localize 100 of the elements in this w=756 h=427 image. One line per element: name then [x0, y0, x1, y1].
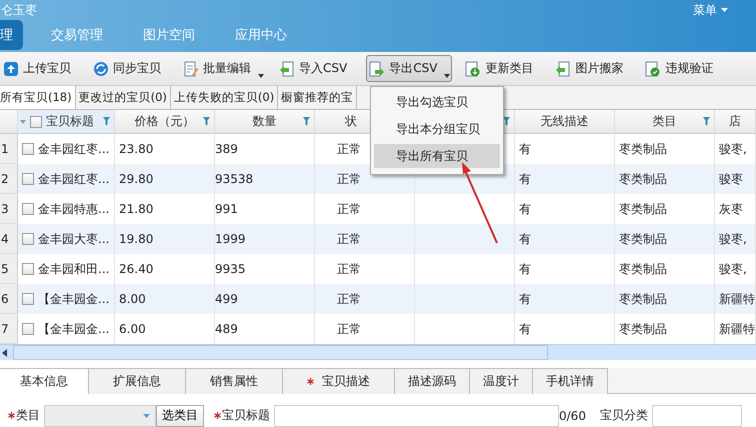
- table-cell: 新疆特: [719, 320, 755, 338]
- table-cell: 489: [215, 322, 238, 336]
- field-label: 类目: [16, 407, 40, 424]
- table-cell: 【金丰园金...: [38, 320, 110, 338]
- document-arrow-icon: [555, 60, 572, 76]
- column-header[interactable]: 价格（元）: [134, 113, 194, 130]
- scrollbar-thumb[interactable]: [13, 345, 548, 360]
- document-check-icon: [645, 60, 662, 76]
- menu-item[interactable]: 导出本分组宝贝: [374, 117, 500, 141]
- table-cell: 枣类制品: [619, 290, 667, 308]
- title-input[interactable]: [274, 404, 559, 426]
- nav-tab[interactable]: 理: [0, 20, 23, 50]
- detail-tab[interactable]: 描述源码: [395, 368, 470, 394]
- table-cell: 金丰园特惠...: [38, 200, 110, 218]
- select-category-button[interactable]: 选类目: [156, 404, 204, 426]
- toolbar-button[interactable]: 违规验证: [642, 55, 722, 82]
- detail-tab[interactable]: 基本信息: [0, 368, 89, 394]
- item-tab[interactable]: 所有宝贝(18): [0, 86, 76, 109]
- column-header[interactable]: 类目: [652, 113, 676, 130]
- caret-icon: [258, 74, 264, 78]
- row-number: 1: [0, 134, 18, 164]
- table-cell: 29.80: [119, 172, 154, 186]
- row-checkbox[interactable]: [22, 173, 34, 185]
- filter-icon[interactable]: [703, 117, 710, 125]
- caret-icon: [444, 74, 450, 78]
- toolbar-button[interactable]: 导入CSV: [276, 55, 356, 82]
- caret-icon: [143, 414, 150, 418]
- table-cell: 21.80: [119, 202, 154, 216]
- group-input[interactable]: [652, 404, 742, 426]
- detail-tab[interactable]: 扩展信息: [89, 368, 186, 394]
- column-header[interactable]: 数量: [252, 113, 276, 130]
- column-header[interactable]: 状: [345, 113, 357, 130]
- detail-tab[interactable]: 销售属性: [186, 368, 283, 394]
- menu-item[interactable]: 导出勾选宝贝: [374, 90, 500, 114]
- row-number: 7: [0, 314, 18, 344]
- table-cell: 枣类制品: [619, 260, 667, 278]
- detail-tab[interactable]: 温度计: [470, 368, 533, 394]
- sort-caret-icon[interactable]: [20, 120, 26, 124]
- document-download-icon: [465, 60, 482, 76]
- table-cell: 金丰园和田...: [38, 260, 110, 278]
- table-cell: 有: [519, 260, 531, 278]
- required-asterisk-icon: [307, 378, 314, 385]
- column-header[interactable]: 店: [729, 113, 741, 130]
- table-cell: 有: [519, 290, 531, 308]
- detail-tab[interactable]: 宝贝描述: [283, 368, 395, 394]
- column-header[interactable]: 无线描述: [540, 113, 588, 130]
- field-label: 宝贝标题: [222, 407, 270, 424]
- row-checkbox[interactable]: [22, 263, 34, 275]
- table-cell: 枣类制品: [619, 200, 667, 218]
- character-count: 0/60: [559, 408, 586, 422]
- document-arrow-icon: [369, 60, 386, 76]
- row-checkbox[interactable]: [22, 143, 34, 155]
- table-cell: 正常: [337, 290, 361, 308]
- table-cell: 有: [519, 170, 531, 188]
- table-cell: 8.00: [119, 292, 146, 306]
- row-number: 4: [0, 224, 18, 254]
- table-cell: 枣类制品: [619, 140, 667, 158]
- table-cell: 23.80: [119, 142, 154, 156]
- table-cell: 6.00: [119, 322, 146, 336]
- row-number: 3: [0, 194, 18, 224]
- table-cell: 正常: [337, 320, 361, 338]
- toolbar-button[interactable]: 更新类目: [462, 55, 542, 82]
- filter-icon[interactable]: [103, 117, 110, 125]
- scroll-left-icon[interactable]: [2, 348, 7, 356]
- table-cell: 骏枣,: [719, 260, 747, 278]
- table-cell: 骏枣,: [719, 230, 747, 248]
- table-cell: 93538: [215, 172, 254, 186]
- detail-tab[interactable]: 手机详情: [533, 368, 608, 394]
- table-cell: 26.40: [119, 262, 154, 276]
- table-cell: 19.80: [119, 232, 154, 246]
- toolbar-button[interactable]: 同步宝贝: [90, 55, 170, 82]
- table-cell: 【金丰园金...: [38, 290, 110, 308]
- table-cell: 正常: [337, 230, 361, 248]
- table-cell: 有: [519, 140, 531, 158]
- app-title: 仑玉枣: [1, 2, 37, 18]
- row-checkbox[interactable]: [22, 293, 34, 305]
- table-cell: 正常: [337, 170, 361, 188]
- select-all-checkbox[interactable]: [30, 116, 42, 128]
- toolbar-button[interactable]: 导出CSV: [366, 55, 452, 82]
- category-select[interactable]: [44, 404, 156, 426]
- table-cell: 正常: [337, 140, 361, 158]
- table-cell: 金丰园大枣...: [38, 230, 110, 248]
- document-arrow-icon: [279, 60, 295, 76]
- table-cell: 灰枣: [719, 200, 743, 218]
- row-checkbox[interactable]: [22, 203, 34, 215]
- toolbar-button[interactable]: 图片搬家: [552, 55, 632, 82]
- filter-icon[interactable]: [203, 117, 210, 125]
- menu-item[interactable]: 导出所有宝贝: [374, 144, 500, 168]
- toolbar-button[interactable]: 批量编辑: [180, 55, 266, 82]
- row-number: 6: [0, 284, 18, 314]
- item-tab[interactable]: 橱窗推荐的宝: [278, 86, 358, 109]
- toolbar-button[interactable]: 上传宝贝: [0, 55, 80, 82]
- row-checkbox[interactable]: [22, 233, 34, 245]
- row-number: 2: [0, 164, 18, 194]
- filter-icon[interactable]: [303, 117, 310, 125]
- header-link[interactable]: 菜单: [693, 2, 728, 18]
- table-cell: 有: [519, 320, 531, 338]
- caret-icon: [721, 8, 728, 12]
- row-checkbox[interactable]: [22, 323, 34, 335]
- item-tab[interactable]: 更改过的宝贝(0): [76, 86, 171, 109]
